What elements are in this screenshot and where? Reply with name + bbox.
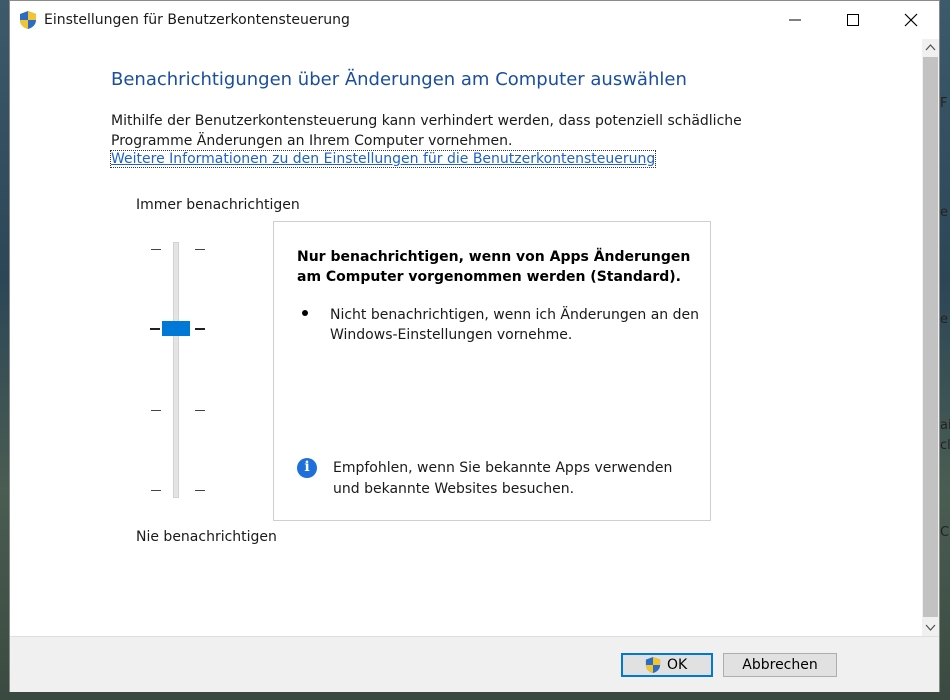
background-glyph: cl	[940, 438, 950, 453]
slider-bottom-label: Nie benachrichtigen	[136, 529, 277, 545]
level-detail: Nicht benachrichtigen, wenn ich Änderung…	[330, 307, 699, 343]
level-info-panel: Nur benachrichtigen, wenn von Apps Änder…	[273, 221, 711, 521]
maximize-icon	[847, 14, 859, 26]
scroll-down-button[interactable]	[922, 619, 939, 636]
uac-shield-icon	[20, 11, 36, 29]
slider-tick	[195, 410, 205, 411]
slider-tick	[151, 249, 161, 250]
minimize-icon	[789, 19, 801, 21]
minimize-button[interactable]	[766, 1, 824, 39]
uac-settings-window: Einstellungen für Benutzerkontensteuerun…	[9, 0, 940, 692]
window-title: Einstellungen für Benutzerkontensteuerun…	[44, 12, 350, 28]
close-button[interactable]	[882, 1, 940, 39]
info-icon: i	[297, 458, 317, 478]
background-glyph: F	[940, 96, 948, 111]
vertical-scrollbar[interactable]	[922, 39, 939, 636]
bullet-icon	[302, 310, 308, 316]
slider-top-label: Immer benachrichtigen	[136, 197, 300, 213]
cancel-button[interactable]: Abbrechen	[723, 653, 837, 677]
description-text: Mithilfe der Benutzerkontensteuerung kan…	[111, 113, 742, 149]
background-glyph: Cl	[940, 525, 950, 540]
recommendation-text: Empfohlen, wenn Sie bekannte Apps verwen…	[333, 460, 673, 497]
page-heading: Benachrichtigungen über Änderungen am Co…	[111, 69, 687, 90]
background-glyph: ai	[940, 418, 950, 433]
uac-shield-icon	[645, 657, 661, 673]
chevron-up-icon	[925, 44, 936, 51]
maximize-button[interactable]	[824, 1, 882, 39]
close-icon	[904, 13, 918, 27]
slider-tick	[151, 410, 161, 411]
title-bar[interactable]: Einstellungen für Benutzerkontensteuerun…	[10, 1, 939, 39]
slider-tick	[195, 328, 205, 330]
background-glyph: e	[940, 312, 948, 327]
slider-thumb[interactable]	[162, 321, 190, 336]
slider-track[interactable]	[173, 242, 179, 498]
cancel-button-label: Abbrechen	[742, 657, 818, 673]
slider-tick	[151, 490, 161, 491]
slider-tick	[150, 328, 160, 330]
slider-tick	[195, 490, 205, 491]
ok-button[interactable]: OK	[621, 653, 713, 677]
background-glyph: e	[940, 205, 948, 220]
scroll-thumb[interactable]	[923, 57, 938, 617]
chevron-down-icon	[925, 624, 936, 631]
level-title: Nur benachrichtigen, wenn von Apps Änder…	[297, 249, 691, 285]
ok-button-label: OK	[667, 657, 688, 673]
slider-tick	[195, 249, 205, 250]
scroll-up-button[interactable]	[922, 39, 939, 56]
dialog-footer: OK Abbrechen	[10, 636, 939, 692]
more-info-link[interactable]: Weitere Informationen zu den Einstellung…	[109, 150, 657, 168]
